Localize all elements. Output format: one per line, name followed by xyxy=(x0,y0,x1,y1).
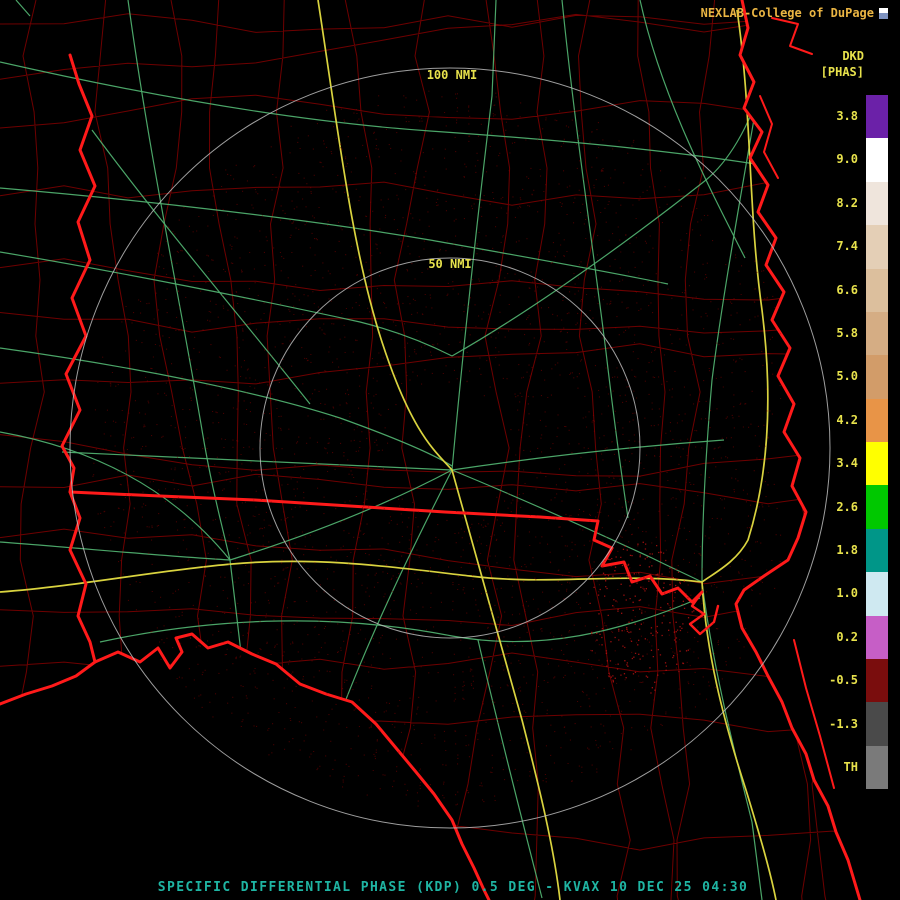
colorbar-segment xyxy=(866,398,888,442)
range-ring-100-label: 100 NMI xyxy=(427,68,478,82)
colorbar-segment xyxy=(866,572,888,616)
range-ring-50-label: 50 NMI xyxy=(428,257,471,271)
radar-map: 100 NMI 50 NMI xyxy=(0,0,900,900)
cod-logo-icon xyxy=(879,7,888,19)
colorbar-segment xyxy=(866,138,888,182)
product-tag: [PHAS] xyxy=(820,65,864,79)
colorbar-segment xyxy=(866,225,888,269)
colorbar-segment xyxy=(866,528,888,573)
interstate-line xyxy=(0,560,703,593)
colorbar-segment xyxy=(866,355,888,399)
highway-line xyxy=(91,129,311,405)
highway-line xyxy=(451,439,725,471)
range-ring-50nmi xyxy=(259,257,641,639)
highway-line xyxy=(0,61,827,177)
colorbar xyxy=(866,95,888,789)
colorbar-segment xyxy=(866,745,888,789)
highway-line xyxy=(61,451,453,471)
highway-line xyxy=(15,0,31,17)
highway-line xyxy=(0,541,231,561)
header-brand: NEXLAB-College of DuPage xyxy=(701,6,888,20)
highway-line xyxy=(451,95,759,357)
colorbar-segment xyxy=(866,311,888,356)
colorbar-segment xyxy=(866,181,888,226)
fl-ga-border xyxy=(68,490,704,604)
colorbar-segment xyxy=(866,615,888,659)
colorbar-segment xyxy=(866,658,888,703)
colorbar-segment xyxy=(866,95,888,139)
colorbar-segment xyxy=(866,268,888,312)
colorbar-segment xyxy=(866,485,888,529)
highway-line xyxy=(127,0,231,561)
colorbar-segment xyxy=(866,442,888,486)
colorbar-segment xyxy=(866,702,888,746)
header-brand-text: NEXLAB-College of DuPage xyxy=(700,6,874,20)
product-info: DKD [PHAS] xyxy=(821,48,864,80)
product-caption: SPECIFIC DIFFERENTIAL PHASE (KDP) 0.5 DE… xyxy=(157,880,749,895)
product-code: DKD xyxy=(842,49,864,63)
